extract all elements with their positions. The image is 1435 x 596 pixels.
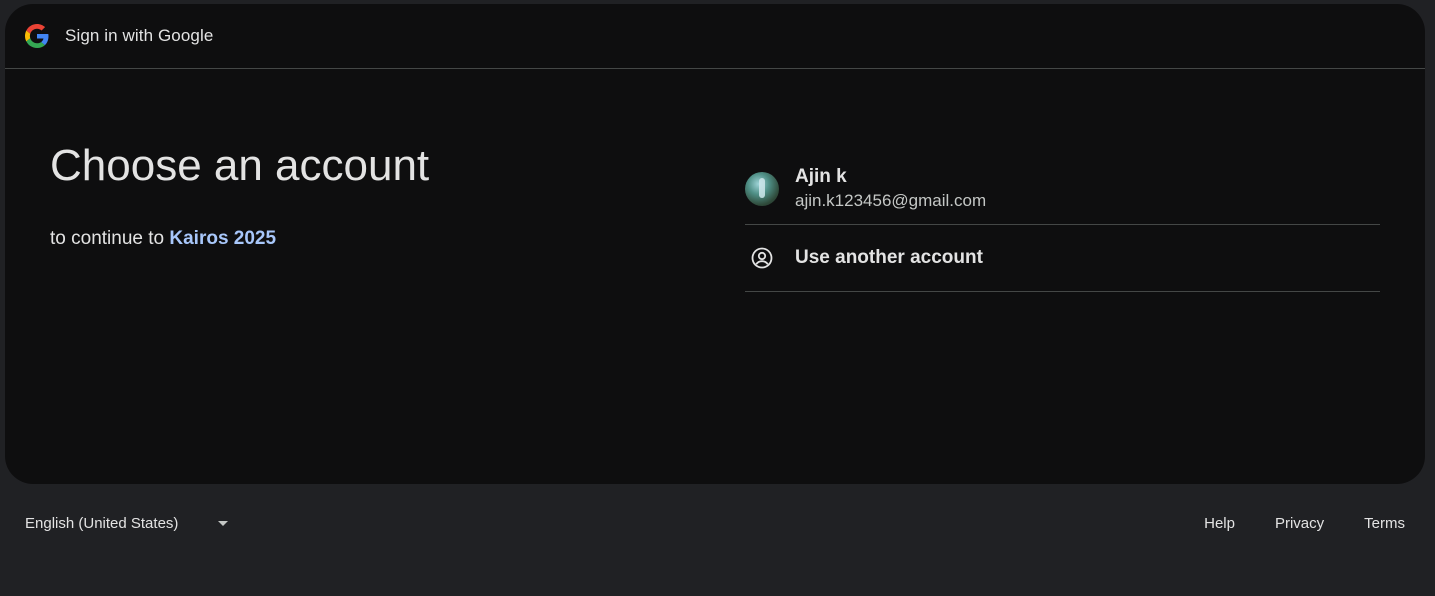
continue-prefix: to continue to	[50, 228, 165, 249]
account-item[interactable]: Ajin k ajin.k123456@gmail.com	[745, 154, 1380, 225]
caret-down-icon	[218, 520, 229, 526]
footer-links: Help Privacy Terms	[1164, 506, 1405, 540]
intro-section: Choose an account to continue to Kairos …	[50, 140, 429, 250]
footer: English (United States) Help Privacy Ter…	[0, 506, 1435, 540]
signin-card: Sign in with Google Choose an account to…	[5, 4, 1425, 484]
account-text: Ajin k ajin.k123456@gmail.com	[795, 165, 986, 213]
page-title: Choose an account	[50, 141, 430, 190]
google-g-icon	[25, 24, 49, 48]
card-header: Sign in with Google	[5, 4, 1425, 69]
use-another-account-button[interactable]: Use another account	[745, 225, 1380, 292]
language-selector[interactable]: English (United States)	[25, 506, 229, 540]
help-link[interactable]: Help	[1204, 515, 1235, 532]
account-list: Ajin k ajin.k123456@gmail.com Use anothe…	[745, 154, 1380, 292]
terms-link[interactable]: Terms	[1364, 515, 1405, 532]
header-title: Sign in with Google	[65, 26, 214, 45]
app-name-link[interactable]: Kairos 2025	[169, 228, 276, 249]
account-circle-icon	[750, 246, 774, 270]
account-email: ajin.k123456@gmail.com	[795, 191, 987, 210]
language-label: English (United States)	[25, 514, 179, 532]
account-name: Ajin k	[795, 166, 847, 187]
use-another-account-label: Use another account	[795, 247, 983, 268]
privacy-link[interactable]: Privacy	[1275, 515, 1324, 532]
avatar	[745, 172, 779, 206]
continue-text: to continue to Kairos 2025	[50, 228, 429, 250]
